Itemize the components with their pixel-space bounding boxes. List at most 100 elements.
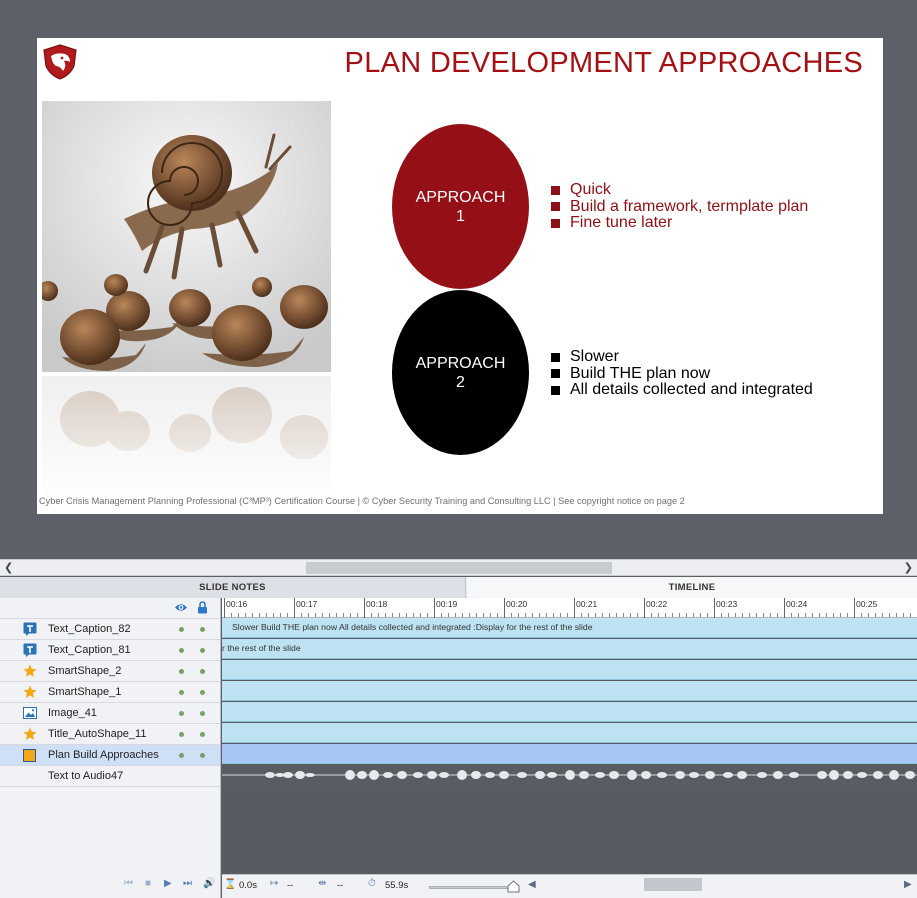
- track-smartshape-2[interactable]: [222, 660, 917, 680]
- lock-toggle[interactable]: [200, 669, 205, 674]
- snails-image[interactable]: [42, 101, 331, 501]
- waveform-segment: [689, 772, 699, 778]
- visibility-toggle[interactable]: [179, 711, 184, 716]
- panel-tabs: SLIDE NOTES TIMELINE: [0, 577, 917, 598]
- timeline-scroll-left-icon[interactable]: ◀: [528, 879, 536, 890]
- approach-1-number: 1: [456, 207, 465, 225]
- play-icon[interactable]: ▶: [164, 878, 172, 889]
- square-bullet-icon: [551, 202, 560, 212]
- ruler-minor-tick: [385, 613, 386, 617]
- track-smartshape-1[interactable]: [222, 681, 917, 701]
- waveform-segment: [757, 772, 767, 778]
- layer-row-plan-build-approaches[interactable]: Plan Build Approaches: [0, 744, 220, 765]
- layer-row-text-caption-81[interactable]: Text_Caption_81: [0, 639, 220, 660]
- visibility-toggle[interactable]: [179, 669, 184, 674]
- ruler-minor-tick: [490, 613, 491, 617]
- ruler-minor-tick: [392, 613, 393, 617]
- ruler-minor-tick: [749, 613, 750, 617]
- ruler-minor-tick: [427, 613, 428, 617]
- lock-icon[interactable]: [197, 601, 208, 614]
- layer-row-smartshape-2[interactable]: SmartShape_2: [0, 660, 220, 681]
- text-caption-icon: [22, 622, 37, 636]
- layer-name: Image_41: [48, 707, 97, 719]
- track-title-autoshape-11[interactable]: [222, 723, 917, 743]
- waveform-segment: [565, 770, 575, 780]
- waveform-segment: [427, 771, 437, 779]
- layer-name: SmartShape_1: [48, 686, 122, 698]
- scroll-left-arrow-icon[interactable]: ❮: [4, 561, 13, 574]
- layer-row-smartshape-1[interactable]: SmartShape_1: [0, 681, 220, 702]
- lock-toggle[interactable]: [200, 732, 205, 737]
- ruler-minor-tick: [665, 613, 666, 617]
- track-text-caption-81[interactable]: r the rest of the slide: [222, 639, 917, 659]
- layer-row-text-caption-82[interactable]: Text_Caption_82: [0, 618, 220, 639]
- stop-icon[interactable]: ■: [145, 878, 151, 889]
- track-image-41[interactable]: [222, 702, 917, 722]
- slide-canvas[interactable]: PLAN DEVELOPMENT APPROACHES APPROACH 1 Q…: [37, 38, 883, 514]
- ruler-minor-tick: [763, 613, 764, 617]
- forward-icon[interactable]: ⏭: [183, 878, 192, 889]
- scroll-right-arrow-icon[interactable]: ❯: [904, 561, 913, 574]
- ruler-time-label: 00:25: [856, 599, 878, 609]
- ruler-minor-tick: [679, 613, 680, 617]
- layer-row-title-autoshape-11[interactable]: Title_AutoShape_11: [0, 723, 220, 744]
- ruler-minor-tick: [448, 613, 449, 617]
- waveform-segment: [295, 771, 305, 779]
- layer-name: Text_Caption_82: [48, 623, 131, 635]
- time-ruler[interactable]: 00:16 00:17 00:18 00:19 00:20 00:21 00:22 00:23…: [222, 598, 917, 618]
- approach-2-circle[interactable]: APPROACH 2: [392, 290, 529, 455]
- total-duration: 55.9s: [385, 880, 409, 891]
- waveform-segment: [675, 771, 685, 779]
- eye-icon[interactable]: [174, 602, 188, 613]
- lock-toggle[interactable]: [200, 648, 205, 653]
- zoom-slider[interactable]: [429, 886, 519, 889]
- waveform-segment: [397, 771, 407, 779]
- tab-slide-notes[interactable]: SLIDE NOTES: [0, 577, 466, 598]
- ruler-minor-tick: [525, 613, 526, 617]
- ruler-minor-tick: [315, 613, 316, 617]
- layer-name: Plan Build Approaches: [48, 749, 159, 761]
- timeline-scroll-right-icon[interactable]: ▶: [904, 879, 912, 890]
- waveform-segment: [595, 772, 605, 778]
- square-bullet-icon: [551, 385, 560, 395]
- approach-1-bullets[interactable]: Quick Build a framework, termplate plan …: [551, 181, 808, 232]
- ruler-time-label: 00:23: [716, 599, 738, 609]
- visibility-toggle[interactable]: [179, 690, 184, 695]
- ruler-major-tick: [854, 598, 855, 618]
- scroll-thumb[interactable]: [306, 562, 612, 574]
- ruler-minor-tick: [721, 613, 722, 617]
- layer-name: Text_Caption_81: [48, 644, 131, 656]
- ruler-minor-tick: [406, 613, 407, 617]
- timeline-panel[interactable]: 00:16 00:17 00:18 00:19 00:20 00:21 00:22 00:23…: [222, 598, 917, 874]
- hourglass-icon: ⌛: [224, 879, 237, 890]
- bullet-item: Slower: [551, 348, 813, 366]
- rewind-icon[interactable]: ⏮: [124, 878, 133, 889]
- track-plan-build-approaches[interactable]: [222, 744, 917, 764]
- lock-toggle[interactable]: [200, 690, 205, 695]
- approach-2-bullets[interactable]: Slower Build THE plan now All details co…: [551, 348, 813, 399]
- speaker-icon[interactable]: 🔊: [203, 878, 215, 889]
- approach-2-number: 2: [456, 373, 465, 391]
- layer-row-text-to-audio-47[interactable]: Text to Audio47: [0, 765, 220, 786]
- lock-toggle[interactable]: [200, 753, 205, 758]
- timeline-scroll-thumb[interactable]: [644, 878, 702, 891]
- lock-toggle[interactable]: [200, 711, 205, 716]
- layer-row-image-41[interactable]: Image_41: [0, 702, 220, 723]
- ruler-minor-tick: [707, 613, 708, 617]
- tab-timeline[interactable]: TIMELINE: [467, 577, 917, 598]
- visibility-toggle[interactable]: [179, 732, 184, 737]
- track-text-caption-82[interactable]: Slower Build THE plan now All details co…: [222, 618, 917, 638]
- ruler-minor-tick: [532, 613, 533, 617]
- approach-1-circle[interactable]: APPROACH 1: [392, 124, 529, 289]
- zoom-slider-thumb[interactable]: [507, 880, 520, 893]
- audio-waveform[interactable]: [222, 765, 917, 785]
- visibility-toggle[interactable]: [179, 753, 184, 758]
- waveform-segment: [439, 772, 449, 778]
- visibility-toggle[interactable]: [179, 627, 184, 632]
- stage-horizontal-scrollbar[interactable]: ❮ ❯: [0, 559, 917, 576]
- ruler-minor-tick: [378, 613, 379, 617]
- lock-toggle[interactable]: [200, 627, 205, 632]
- ruler-minor-tick: [245, 613, 246, 617]
- ruler-time-label: 00:24: [786, 599, 808, 609]
- visibility-toggle[interactable]: [179, 648, 184, 653]
